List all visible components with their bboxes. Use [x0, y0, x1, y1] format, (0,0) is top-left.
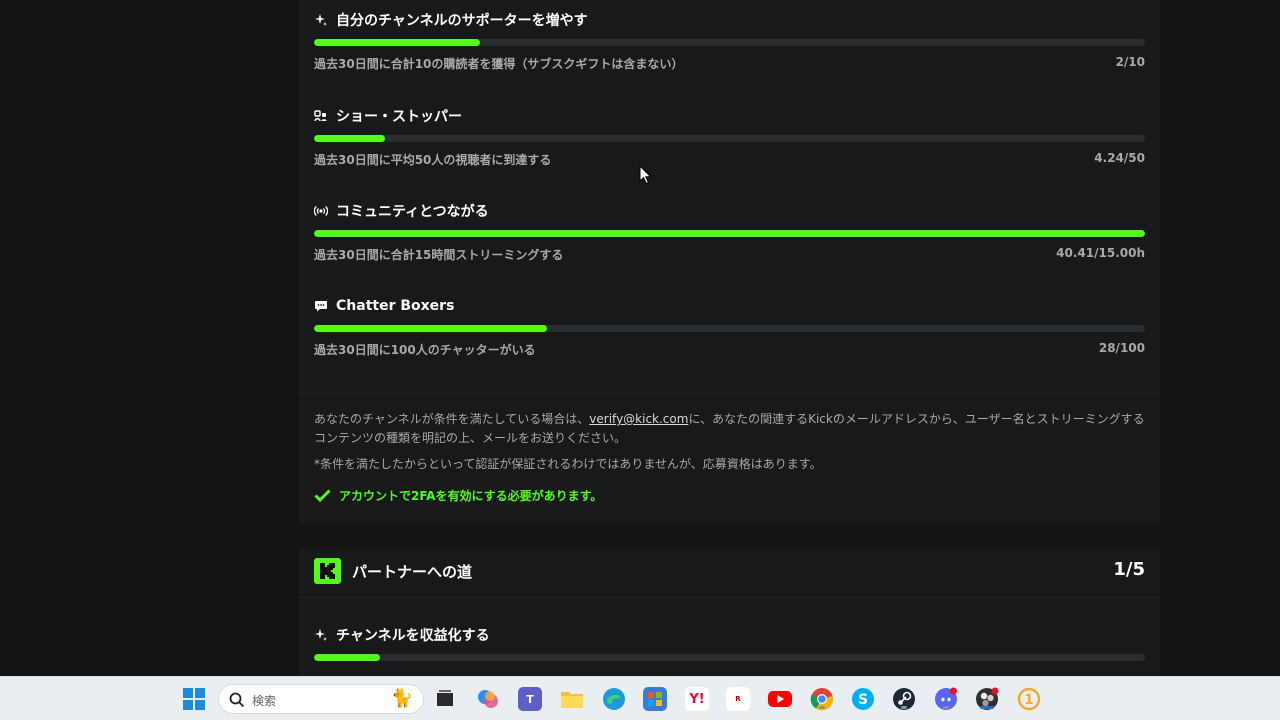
requirement-2fa: アカウントで2FAを有効にする必要があります。 [314, 487, 602, 504]
sparkle-icon [314, 628, 328, 642]
progress-fill [314, 654, 381, 661]
progress-fill [314, 135, 385, 142]
goal-description: 過去30日間に平均50人の視聴者に到達する [314, 153, 552, 167]
goal-title: Chatter Boxers [336, 298, 455, 314]
mouse-cursor [639, 164, 652, 189]
section-count: 1/5 [1113, 559, 1145, 580]
task-view-icon[interactable] [433, 687, 457, 711]
goal-title: 自分のチャンネルのサポーターを増やす [336, 13, 588, 29]
divider [299, 393, 1160, 394]
goal-progress-text: 28/100 [1098, 341, 1145, 355]
progress-bar [314, 135, 1145, 142]
goal-description: 過去30日間に100人のチャッターがいる [314, 343, 536, 357]
search-placeholder: 検索 [252, 694, 277, 708]
progress-fill [314, 325, 547, 332]
partner-path-header[interactable]: パートナーへの道 1/5 [314, 558, 1145, 584]
windows-taskbar: 検索 🐈 T Y! R S 1 [0, 676, 1280, 720]
kick-logo [314, 558, 341, 584]
sparkle-icon [314, 13, 328, 27]
app-icon[interactable]: 1 [1017, 687, 1041, 711]
progress-bar [314, 39, 1145, 46]
rakuten-icon[interactable]: R [726, 687, 750, 711]
teams-icon[interactable]: T [518, 687, 542, 711]
progress-fill [314, 39, 481, 46]
search-highlight-icon: 🐈 [390, 688, 413, 709]
disclaimer-text: *条件を満たしたからといって認証が保証されるわけではありませんが、応募資格はあり… [314, 457, 822, 471]
email-link[interactable]: verify@kick.com [589, 412, 688, 426]
svg-text:1: 1 [1024, 693, 1033, 708]
progress-bar [314, 230, 1145, 237]
skype-icon[interactable]: S [851, 687, 875, 711]
section-title: パートナーへの道 [352, 563, 473, 581]
svg-text:S: S [858, 692, 868, 708]
goal-progress-text: 2/10 [1115, 55, 1145, 69]
goal-title: コミュニティとつながる [336, 204, 489, 220]
start-icon[interactable] [182, 687, 206, 711]
store-icon[interactable] [643, 687, 667, 711]
goal-title: チャンネルを収益化する [336, 628, 490, 644]
goal-title: ショー・ストッパー [336, 109, 462, 125]
progress-bar [314, 654, 1145, 661]
goal-description: 過去30日間に合計15時間ストリーミングする [314, 248, 564, 262]
chrome-icon[interactable] [810, 687, 834, 711]
goal-progress-text: 40.41/15.00h [1056, 246, 1145, 260]
obs-icon[interactable] [975, 687, 999, 711]
discord-icon[interactable] [934, 687, 958, 711]
steam-icon[interactable] [892, 687, 916, 711]
chat-bubble-icon [314, 299, 328, 313]
checkmark-icon [314, 489, 331, 502]
broadcast-icon [314, 204, 328, 218]
progress-bar [314, 325, 1145, 332]
goal-progress-text: 4.24/50 [1094, 151, 1145, 165]
youtube-icon[interactable] [768, 687, 792, 711]
partner-path-panel: パートナーへの道 1/5 チャンネルを収益化する [299, 548, 1160, 678]
taskbar-search[interactable]: 検索 🐈 [218, 684, 424, 714]
goal-description: 過去30日間に合計10の購読者を獲得（サブスクギフトは含まない） [314, 57, 684, 71]
divider [299, 597, 1160, 598]
progress-fill [314, 230, 1145, 237]
users-icon [314, 109, 328, 123]
search-icon [229, 692, 245, 708]
edge-icon[interactable] [602, 687, 626, 711]
file-explorer-icon[interactable] [560, 687, 584, 711]
yahoo-icon[interactable]: Y! [685, 687, 709, 711]
copilot-icon[interactable] [476, 687, 500, 711]
verification-panel: 自分のチャンネルのサポーターを増やす 過去30日間に合計10の購読者を獲得（サブ… [299, 0, 1160, 524]
verification-instructions: あなたのチャンネルが条件を満たしている場合は、verify@kick.comに、… [314, 412, 1145, 445]
